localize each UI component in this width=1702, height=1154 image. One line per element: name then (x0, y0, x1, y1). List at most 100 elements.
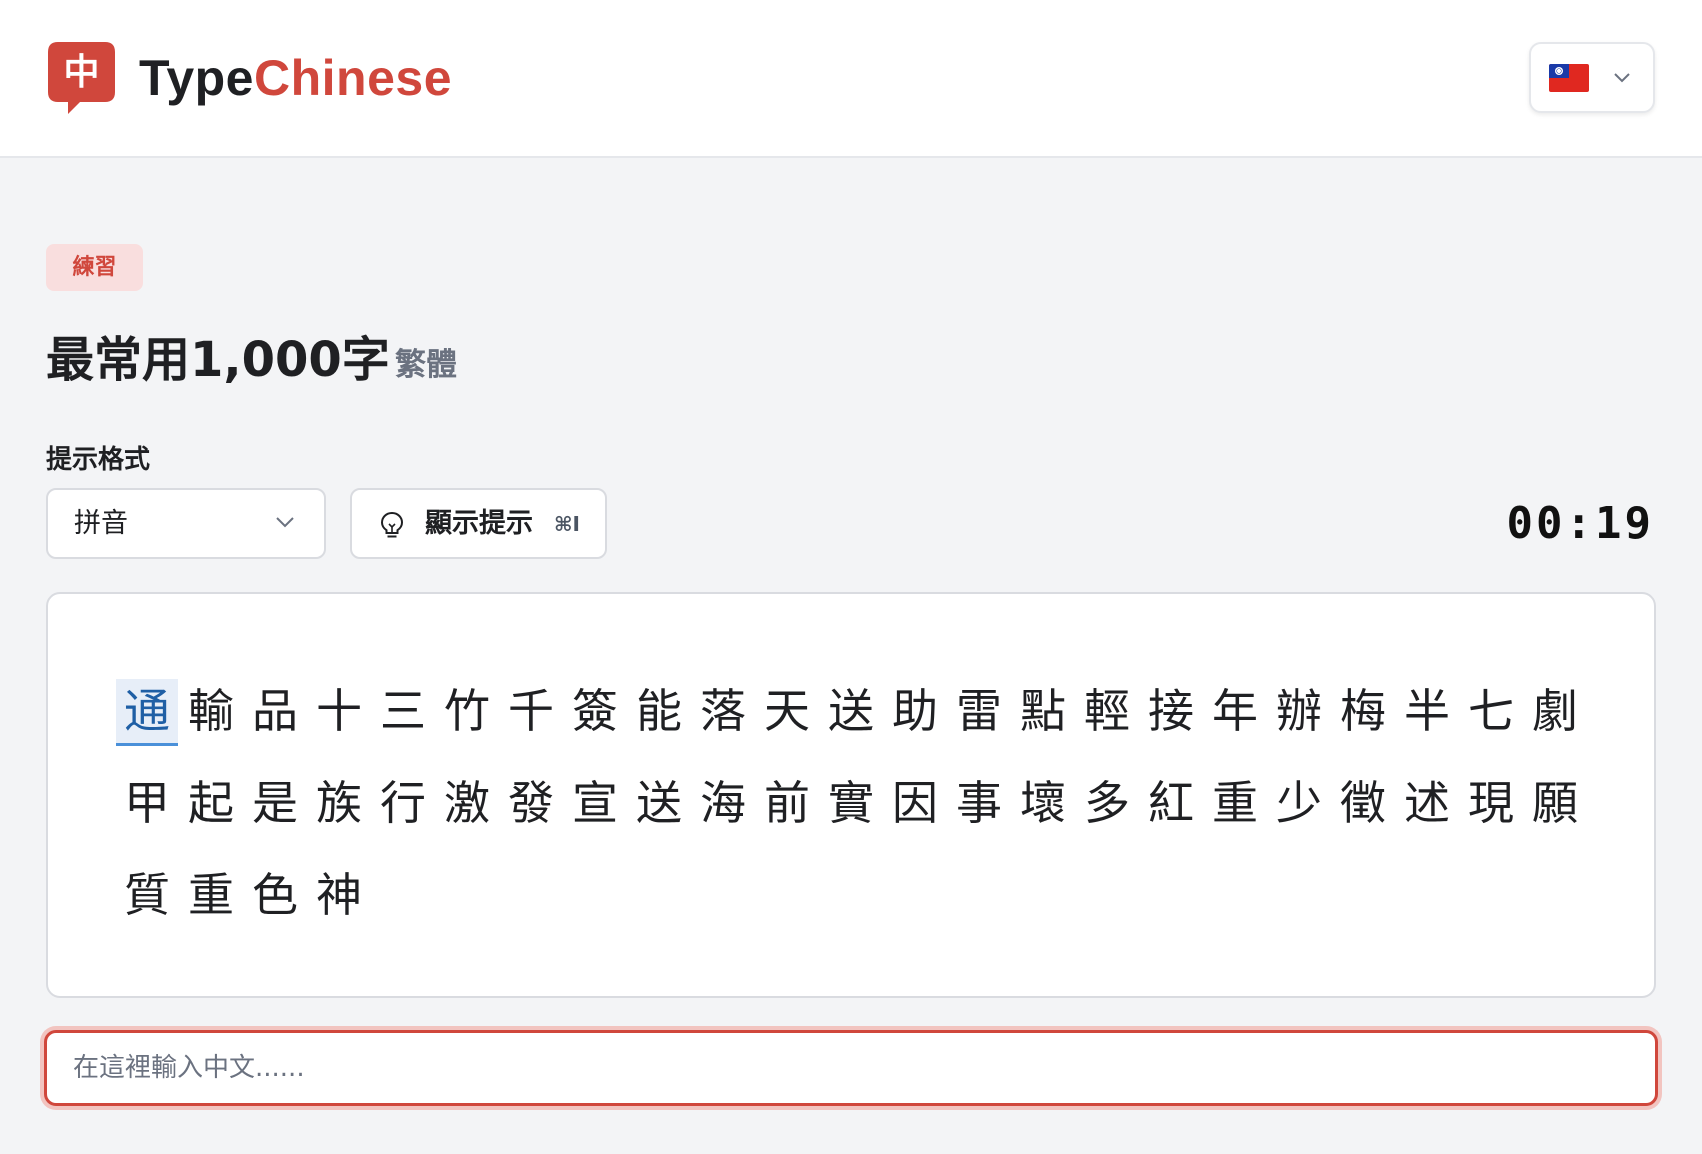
practice-character: 十 (307, 676, 371, 768)
practice-character: 海 (691, 768, 755, 860)
lightbulb-icon (380, 511, 404, 538)
character-glyph: 行 (380, 776, 426, 830)
hint-format-label: 提示格式 (46, 445, 151, 475)
character-glyph: 七 (1468, 684, 1514, 738)
character-glyph: 半 (1404, 684, 1450, 738)
practice-character: 願 (1523, 768, 1587, 860)
character-glyph: 族 (316, 776, 362, 830)
character-glyph: 助 (892, 684, 938, 738)
character-glyph: 竹 (444, 684, 490, 738)
character-glyph: 事 (956, 776, 1002, 830)
practice-character: 品 (243, 676, 307, 768)
practice-character: 行 (371, 768, 435, 860)
practice-character: 壞 (1011, 768, 1075, 860)
practice-character: 能 (627, 676, 691, 768)
logo-icon[interactable]: 中 (48, 42, 115, 114)
brand-part-type: Type (139, 50, 254, 106)
practice-character: 點 (1011, 676, 1075, 768)
practice-character: 述 (1395, 768, 1459, 860)
current-character: 通 (115, 676, 179, 768)
practice-character: 色 (243, 860, 307, 952)
practice-character: 少 (1267, 768, 1331, 860)
chevron-down-icon (276, 517, 294, 528)
show-hint-label: 顯示提示 (425, 508, 533, 539)
character-glyph: 點 (1020, 684, 1066, 738)
character-glyph: 簽 (572, 684, 618, 738)
character-glyph: 發 (508, 776, 554, 830)
character-glyph: 天 (764, 684, 810, 738)
character-glyph: 是 (252, 776, 298, 830)
practice-character: 送 (819, 676, 883, 768)
practice-character: 前 (755, 768, 819, 860)
show-hint-button[interactable]: 顯示提示 ⌘I (350, 488, 607, 559)
practice-character: 甲 (115, 768, 179, 860)
practice-character: 劇 (1523, 676, 1587, 768)
hint-shortcut-label: ⌘I (554, 512, 580, 536)
practice-character: 千 (499, 676, 563, 768)
practice-character: 起 (179, 768, 243, 860)
character-glyph: 紅 (1148, 776, 1194, 830)
practice-character: 簽 (563, 676, 627, 768)
practice-character: 助 (883, 676, 947, 768)
practice-character: 發 (499, 768, 563, 860)
character-glyph: 壞 (1020, 776, 1066, 830)
chinese-input[interactable] (47, 1033, 1655, 1103)
top-header: 中 TypeChinese (0, 0, 1702, 158)
practice-characters: 通輸品十三竹千簽能落天送助雷點輕接年辦梅半七劇甲起是族行激發宣送海前實因事壞多紅… (115, 676, 1595, 952)
page-title: 最常用1,000字 (46, 332, 390, 388)
character-glyph: 現 (1468, 776, 1514, 830)
character-glyph: 三 (380, 684, 426, 738)
practice-character: 半 (1395, 676, 1459, 768)
brand-part-chinese: Chinese (254, 50, 453, 106)
practice-character: 宣 (563, 768, 627, 860)
practice-character: 多 (1075, 768, 1139, 860)
character-glyph: 神 (316, 868, 362, 922)
practice-character: 實 (819, 768, 883, 860)
practice-character: 接 (1139, 676, 1203, 768)
practice-character: 年 (1203, 676, 1267, 768)
character-glyph: 述 (1404, 776, 1450, 830)
practice-character: 竹 (435, 676, 499, 768)
chinese-input-wrapper[interactable] (44, 1030, 1658, 1106)
practice-character: 重 (1203, 768, 1267, 860)
practice-character: 紅 (1139, 768, 1203, 860)
character-glyph: 梅 (1340, 684, 1386, 738)
character-glyph: 起 (188, 776, 234, 830)
practice-character: 質 (115, 860, 179, 952)
character-glyph: 徵 (1340, 776, 1386, 830)
practice-character: 落 (691, 676, 755, 768)
character-glyph: 前 (764, 776, 810, 830)
character-glyph: 接 (1148, 684, 1194, 738)
character-glyph: 海 (700, 776, 746, 830)
hint-format-select[interactable]: 拼音 (46, 488, 326, 559)
script-variant-label: 繁體 (395, 347, 457, 383)
character-glyph: 年 (1212, 684, 1258, 738)
character-glyph: 千 (508, 684, 554, 738)
practice-character: 族 (307, 768, 371, 860)
chevron-down-icon (1614, 73, 1630, 83)
character-glyph: 重 (1212, 776, 1258, 830)
practice-text-card: 通輸品十三竹千簽能落天送助雷點輕接年辦梅半七劇甲起是族行激發宣送海前實因事壞多紅… (46, 592, 1656, 998)
language-selector-button[interactable] (1529, 42, 1655, 113)
character-glyph: 品 (252, 684, 298, 738)
character-glyph: 輕 (1084, 684, 1130, 738)
practice-character: 三 (371, 676, 435, 768)
brand-name[interactable]: TypeChinese (139, 48, 452, 108)
practice-character: 送 (627, 768, 691, 860)
practice-character: 神 (307, 860, 371, 952)
practice-character: 輸 (179, 676, 243, 768)
practice-character: 徵 (1331, 768, 1395, 860)
practice-character: 天 (755, 676, 819, 768)
character-glyph: 輸 (188, 684, 234, 738)
practice-character: 激 (435, 768, 499, 860)
character-glyph: 送 (636, 776, 682, 830)
practice-character: 雷 (947, 676, 1011, 768)
practice-character: 七 (1459, 676, 1523, 768)
practice-character: 梅 (1331, 676, 1395, 768)
practice-character: 辦 (1267, 676, 1331, 768)
practice-character: 事 (947, 768, 1011, 860)
timer: 00:19 (1506, 498, 1654, 549)
character-glyph: 因 (892, 776, 938, 830)
character-glyph: 激 (444, 776, 490, 830)
character-glyph: 色 (252, 868, 298, 922)
